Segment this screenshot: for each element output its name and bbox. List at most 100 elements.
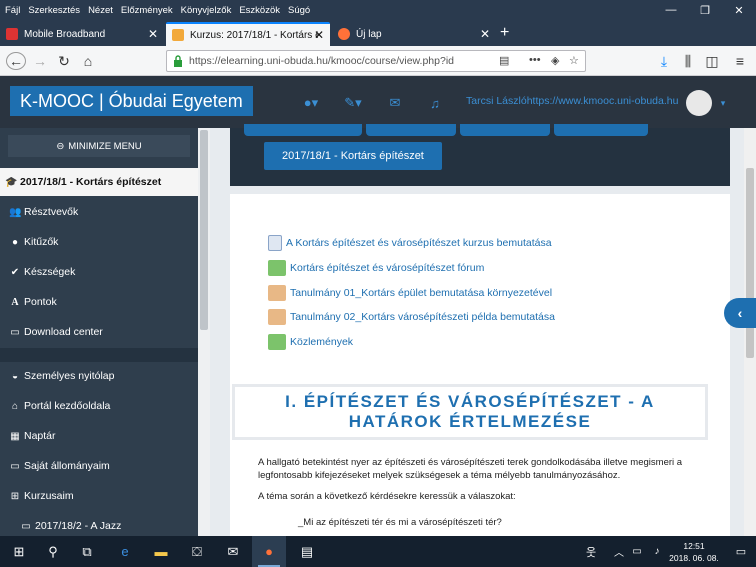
- course-button[interactable]: 2017/18/1 - Kortárs építészet: [264, 142, 442, 170]
- users-icon: 👥: [9, 206, 22, 218]
- pocket-icon[interactable]: ◈: [551, 54, 559, 67]
- sidebar-item-dashboard[interactable]: ◒ Személyes nyitólap: [0, 362, 198, 390]
- activity-forum[interactable]: Közlemények: [268, 333, 353, 351]
- course-content: A Kortárs építészet és városépítészet ku…: [230, 194, 730, 536]
- sidebar-toggle-icon[interactable]: ◫: [702, 52, 722, 70]
- action-center-icon[interactable]: ▭: [724, 536, 756, 567]
- activity-assignment[interactable]: Tanulmány 02_Kortárs városépítészeti pél…: [268, 308, 555, 326]
- partial-nav-button[interactable]: [366, 124, 456, 136]
- store-icon[interactable]: ⛋: [180, 536, 214, 567]
- reader-view-icon[interactable]: ▤: [499, 54, 509, 67]
- partial-nav-button[interactable]: [554, 124, 648, 136]
- menu-view[interactable]: Nézet: [84, 5, 117, 16]
- main-scrollbar[interactable]: [744, 128, 756, 536]
- menu-bar: Fájl Szerkesztés Nézet Előzmények Könyvj…: [0, 0, 756, 20]
- close-window-icon[interactable]: ✕: [722, 0, 756, 20]
- sidebar-item-my-courses[interactable]: ⊞ Kurzusaim: [0, 482, 198, 510]
- section-title: I. ÉPÍTÉSZET ÉS VÁROSÉPÍTÉSZET - A HATÁR…: [285, 392, 655, 431]
- minimize-window-icon[interactable]: —: [654, 0, 688, 20]
- section-description: A hallgató betekintést nyer az építészet…: [258, 457, 683, 481]
- close-tab-icon[interactable]: ✕: [480, 27, 490, 41]
- activity-label: Tanulmány 02_Kortárs városépítészeti pél…: [290, 311, 555, 323]
- mail-icon[interactable]: ✉: [216, 536, 250, 567]
- tab-kurzus[interactable]: Kurzus: 2017/18/1 - Kortárs épí ✕: [166, 22, 330, 46]
- task-view-icon[interactable]: ⧉: [70, 536, 104, 567]
- close-tab-icon[interactable]: ✕: [314, 28, 324, 42]
- menu-edit[interactable]: Szerkesztés: [24, 5, 84, 16]
- language-globe-icon[interactable]: ●▾: [302, 94, 320, 112]
- reload-icon[interactable]: ↻: [54, 52, 74, 70]
- moodle-logo-icon: [172, 29, 184, 41]
- messages-envelope-icon[interactable]: ✉: [386, 94, 404, 112]
- assignment-icon: [268, 309, 286, 325]
- new-tab-button[interactable]: +: [500, 24, 509, 42]
- notifications-bell-icon[interactable]: ♫: [426, 94, 444, 112]
- menu-help[interactable]: Súgó: [284, 5, 314, 16]
- search-icon[interactable]: ⚲: [36, 536, 70, 567]
- partial-nav-button[interactable]: [244, 124, 362, 136]
- app-taskbar-icon[interactable]: ▤: [290, 536, 324, 567]
- url-text: https://elearning.uni-obuda.hu/kmooc/cou…: [189, 55, 455, 67]
- file-explorer-icon[interactable]: ▬: [144, 536, 178, 567]
- site-brand[interactable]: K-MOOC | Óbudai Egyetem: [10, 86, 253, 116]
- lock-icon: [174, 55, 182, 67]
- activity-forum[interactable]: Kortárs építészet és városépítészet fóru…: [268, 259, 484, 277]
- user-menu-chevron-icon[interactable]: ▾: [714, 94, 732, 112]
- bookmark-star-icon[interactable]: ☆: [569, 54, 579, 67]
- url-bar[interactable]: https://elearning.uni-obuda.hu/kmooc/cou…: [166, 50, 586, 72]
- sidebar-scrollbar[interactable]: [198, 128, 210, 536]
- page-actions-icon[interactable]: •••: [529, 54, 541, 66]
- section-paragraph: A téma során a következő kérdésekre kere…: [258, 491, 516, 502]
- course-header-block: 2017/18/1 - Kortárs építészet: [230, 124, 730, 186]
- hamburger-menu-icon[interactable]: ≡: [730, 52, 750, 70]
- folder-icon: ▭: [10, 326, 20, 338]
- forward-arrow-icon[interactable]: →: [30, 52, 50, 70]
- tab-new[interactable]: Új lap ✕: [332, 22, 496, 46]
- user-name[interactable]: Tarcsi Lászlóhttps://www.kmooc.uni-obuda…: [466, 95, 678, 107]
- firefox-taskbar-icon[interactable]: ●: [252, 536, 286, 567]
- folder-icon: ▭: [21, 520, 31, 532]
- sidebar-item-site-home[interactable]: ⌂ Portál kezdőoldala: [0, 392, 198, 420]
- menu-bookmarks[interactable]: Könyvjelzők: [177, 5, 236, 16]
- taskbar-clock[interactable]: 12:51 2018. 06. 08.: [664, 540, 724, 564]
- open-drawer-chevron-icon[interactable]: ‹: [724, 298, 756, 328]
- sidebar-item-grades[interactable]: A Pontok: [0, 288, 198, 316]
- activity-label: Kortárs építészet és városépítészet fóru…: [290, 262, 485, 274]
- activity-page[interactable]: A Kortárs építészet és városépítészet ku…: [268, 234, 552, 252]
- home-icon[interactable]: ⌂: [78, 52, 98, 70]
- sidebar-item-label: Készségek: [24, 266, 76, 278]
- sidebar-item-label: Személyes nyitólap: [24, 370, 115, 382]
- tab-mobile-broadband[interactable]: Mobile Broadband ✕: [0, 22, 164, 46]
- partial-nav-button[interactable]: [460, 124, 550, 136]
- sidebar-item-competencies[interactable]: ✔ Készségek: [0, 258, 198, 286]
- restore-window-icon[interactable]: ❐: [688, 0, 722, 20]
- minimize-menu-button[interactable]: ⊖ MINIMIZE MENU: [8, 135, 190, 157]
- sidebar-item-label: Download center: [24, 326, 103, 338]
- sidebar-item-private-files[interactable]: ▭ Saját állományaim: [0, 452, 198, 480]
- close-tab-icon[interactable]: ✕: [148, 27, 158, 41]
- sidebar-item-participants[interactable]: 👥 Résztvevők: [0, 198, 198, 226]
- menu-file[interactable]: Fájl: [0, 5, 24, 16]
- sitemap-icon: ⊞: [10, 490, 20, 502]
- sidebar-item-calendar[interactable]: ▦ Naptár: [0, 422, 198, 450]
- assignment-icon: [268, 285, 286, 301]
- windows-start-icon[interactable]: ⊞: [2, 536, 36, 567]
- sidebar-item-course[interactable]: 🎓 2017/18/1 - Kortárs építészet: [0, 168, 198, 196]
- menu-tools[interactable]: Eszközök: [235, 5, 284, 16]
- menu-history[interactable]: Előzmények: [117, 5, 177, 16]
- sidebar-item-label: Kitűzők: [24, 236, 59, 248]
- scrollbar-thumb[interactable]: [746, 168, 754, 358]
- avatar[interactable]: [686, 90, 712, 116]
- badge-icon: ●: [11, 236, 19, 248]
- theme-brush-icon[interactable]: ✎▾: [344, 94, 362, 112]
- activity-assignment[interactable]: Tanulmány 01_Kortárs épület bemutatása k…: [268, 284, 552, 302]
- library-icon[interactable]: ⫼: [678, 52, 698, 70]
- sidebar-item-badges[interactable]: ● Kitűzők: [0, 228, 198, 256]
- edge-browser-icon[interactable]: e: [108, 536, 142, 567]
- scrollbar-thumb[interactable]: [200, 130, 208, 330]
- downloads-icon[interactable]: ⤓: [654, 52, 674, 70]
- navigation-bar: ← → ↻ ⌂ https://elearning.uni-obuda.hu/k…: [0, 46, 756, 76]
- file-icon: ▭: [10, 460, 20, 472]
- sidebar-item-download-center[interactable]: ▭ Download center: [0, 318, 198, 346]
- back-arrow-icon[interactable]: ←: [6, 52, 26, 70]
